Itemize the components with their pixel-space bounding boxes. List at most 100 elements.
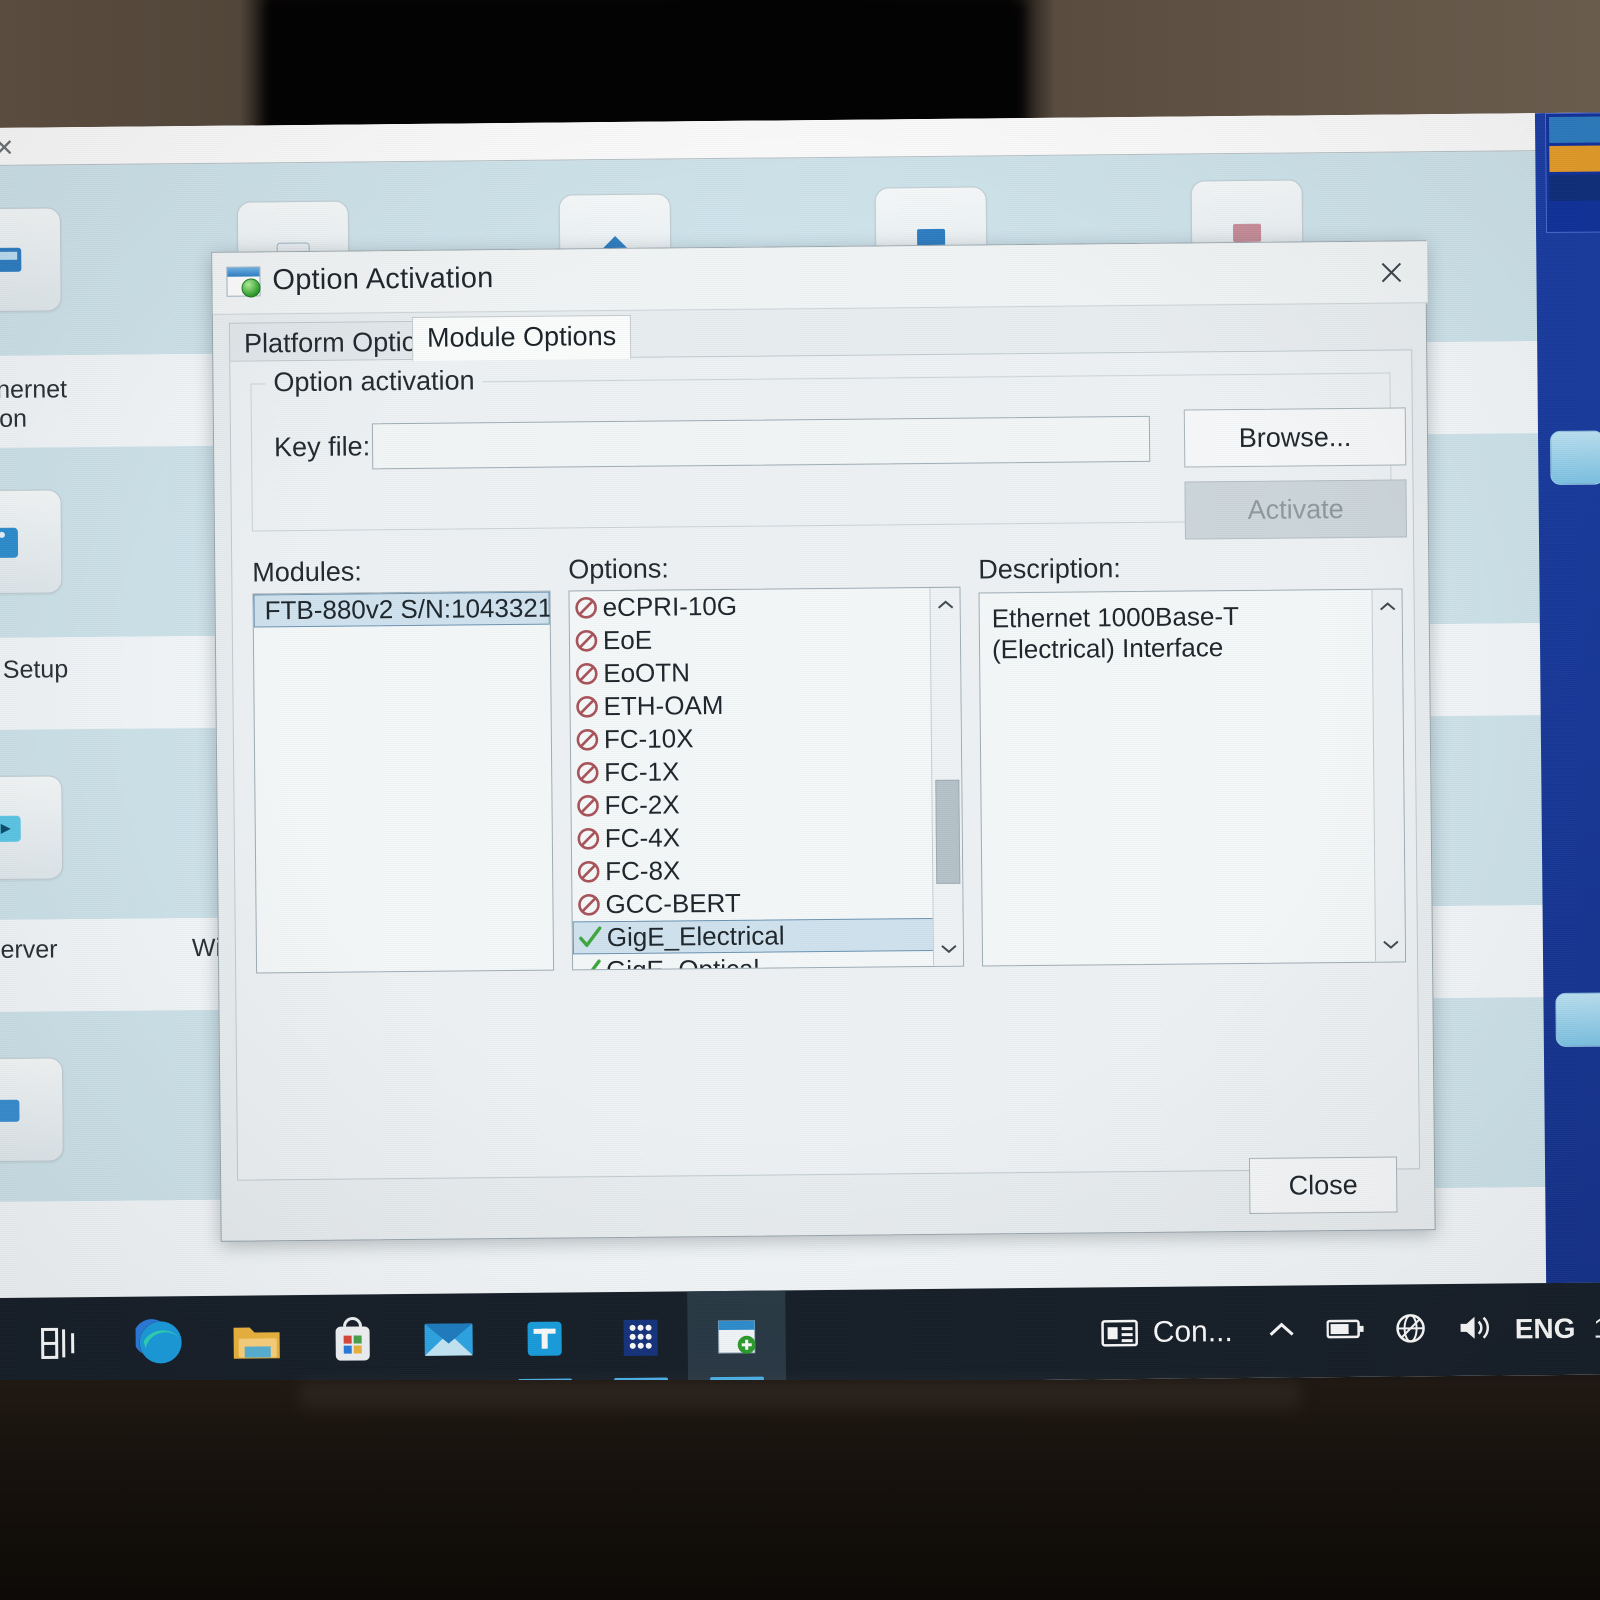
- battery-icon[interactable]: [1326, 1317, 1365, 1344]
- option-activation-dialog: Option Activation Platform Options Modul…: [211, 240, 1436, 1242]
- options-list-item-label: FC-2X: [604, 789, 680, 821]
- bgapp-tile[interactable]: [0, 775, 64, 881]
- key-file-input-wrap[interactable]: [371, 415, 1151, 470]
- modules-label: Modules:: [252, 556, 362, 588]
- options-list-item[interactable]: GCC-BERT: [572, 885, 934, 921]
- task-view-icon[interactable]: [11, 1297, 110, 1390]
- description-scrollbar[interactable]: [1371, 589, 1406, 962]
- rail-icon-stack[interactable]: [1544, 112, 1600, 234]
- close-icon[interactable]: [1369, 253, 1413, 291]
- module-icon: [0, 247, 22, 272]
- news-widget[interactable]: Con...: [1101, 1315, 1233, 1350]
- bgapp-tile[interactable]: [0, 207, 62, 313]
- mail-icon[interactable]: [399, 1293, 498, 1386]
- microsoft-store-icon[interactable]: [303, 1294, 402, 1387]
- options-list-item[interactable]: FC-2X: [571, 786, 933, 822]
- options-list-item[interactable]: FC-1X: [571, 753, 933, 789]
- options-list-item[interactable]: GigE_Optical: [573, 951, 935, 971]
- language-indicator[interactable]: ENG: [1515, 1313, 1576, 1346]
- browse-label: Browse...: [1238, 421, 1352, 453]
- rail-icon[interactable]: [1555, 992, 1600, 1047]
- tab-label: Module Options: [426, 320, 617, 353]
- dialog-title: Option Activation: [272, 262, 494, 297]
- chevron-up-icon[interactable]: [1267, 1319, 1297, 1344]
- description-label: Description:: [978, 553, 1121, 585]
- options-list-item-label: GCC-BERT: [605, 887, 741, 920]
- options-list-item-label: GigE_Electrical: [606, 920, 785, 953]
- modules-list-item[interactable]: FTB-880v2 S/N:1043321: [253, 591, 553, 628]
- clock[interactable]: 14: [1593, 1312, 1600, 1344]
- close-icon[interactable]: ✕: [0, 134, 14, 163]
- monitor-bezel-bottom: [0, 1380, 1600, 1600]
- news-label: Con...: [1152, 1315, 1233, 1349]
- tab-panel-module-options: Option activation Key file: Browse... Ac…: [229, 349, 1421, 1181]
- options-list-item-label: eCPRI-10G: [602, 590, 738, 623]
- chevron-up-icon[interactable]: [1373, 591, 1403, 621]
- screen-area: ✕ Ethernet ation Setup Server Win Option…: [0, 112, 1600, 1390]
- options-list-item[interactable]: eCPRI-10G: [569, 588, 931, 624]
- news-widget-icon: [1101, 1319, 1139, 1347]
- options-scrollbar[interactable]: [929, 587, 964, 966]
- options-list-item[interactable]: FC-10X: [571, 720, 933, 756]
- module-icon: [0, 527, 19, 558]
- rail-icon[interactable]: [1549, 430, 1600, 486]
- module-icon: [0, 1099, 20, 1122]
- options-list-item-label: EoOTN: [603, 657, 691, 689]
- option-activation-icon[interactable]: [687, 1290, 787, 1384]
- modules-listbox[interactable]: FTB-880v2 S/N:1043321: [252, 590, 555, 974]
- blocked-icon: [574, 628, 599, 653]
- activate-button: Activate: [1184, 479, 1407, 540]
- monitor-bezel-shadow: [265, 0, 1025, 132]
- bgapp-tile-label: Server: [0, 935, 58, 965]
- options-list-item-label: EoE: [602, 624, 653, 656]
- options-list-item-label: ETH-OAM: [603, 689, 724, 722]
- options-list-item-label: FC-10X: [603, 723, 694, 755]
- options-listbox[interactable]: eCPRI-10G EoE EoOTN ETH-OAM FC-10X FC-1X FC-2X…: [568, 586, 965, 971]
- chevron-up-icon[interactable]: [930, 590, 960, 620]
- chevron-down-icon[interactable]: [934, 934, 964, 964]
- check-icon: [578, 925, 603, 950]
- monitor-photo: ✕ Ethernet ation Setup Server Win Option…: [0, 0, 1600, 1600]
- options-list-item-label: FC-4X: [604, 822, 681, 854]
- options-list-item[interactable]: FC-8X: [572, 852, 934, 888]
- browse-button[interactable]: Browse...: [1183, 407, 1407, 468]
- dialog-titlebar: Option Activation: [212, 241, 1428, 315]
- blocked-icon: [576, 859, 601, 884]
- network-globe-icon[interactable]: [1395, 1312, 1427, 1349]
- app-window-plus-icon: [226, 266, 261, 298]
- bgapp-tile-label: X Setup: [2, 655, 69, 684]
- app-dots-icon[interactable]: [591, 1291, 690, 1384]
- options-list-item[interactable]: GigE_Electrical: [572, 917, 935, 955]
- file-explorer-icon[interactable]: [207, 1295, 306, 1388]
- close-button[interactable]: Close: [1248, 1156, 1398, 1214]
- volume-icon[interactable]: [1457, 1312, 1493, 1347]
- check-icon: [577, 958, 602, 971]
- bgapp-tile[interactable]: [0, 1057, 64, 1163]
- key-file-label: Key file:: [273, 431, 371, 463]
- key-file-input[interactable]: [372, 416, 1150, 469]
- options-list-item[interactable]: ETH-OAM: [570, 687, 932, 723]
- options-label: Options:: [568, 553, 669, 585]
- bgapp-right-rail: [1534, 112, 1600, 1284]
- taskbar-tray: Con... ENG 14: [1100, 1282, 1600, 1379]
- tab-module-options[interactable]: Module Options: [411, 314, 632, 361]
- activate-label: Activate: [1247, 493, 1344, 525]
- edge-browser-icon[interactable]: [111, 1296, 210, 1389]
- chevron-down-icon[interactable]: [1376, 929, 1406, 959]
- blocked-icon: [574, 694, 599, 719]
- modules-list-item-label: FTB-880v2 S/N:1043321: [264, 592, 553, 626]
- close-button-label: Close: [1288, 1169, 1358, 1201]
- blocked-icon: [574, 661, 599, 686]
- blocked-icon: [575, 760, 600, 785]
- options-list-item[interactable]: FC-4X: [572, 819, 934, 855]
- scrollbar-thumb[interactable]: [935, 779, 961, 884]
- teams-icon[interactable]: [495, 1292, 594, 1385]
- description-box[interactable]: Ethernet 1000Base-T (Electrical) Interfa…: [978, 588, 1407, 967]
- bgapp-tile[interactable]: [0, 489, 63, 595]
- options-list-item-label: FC-8X: [605, 855, 681, 887]
- blocked-icon: [576, 892, 601, 917]
- options-list-item[interactable]: EoE: [570, 621, 932, 657]
- windows-taskbar: Con... ENG 14: [0, 1282, 1600, 1390]
- options-list-item[interactable]: EoOTN: [570, 654, 932, 690]
- blocked-icon: [576, 826, 601, 851]
